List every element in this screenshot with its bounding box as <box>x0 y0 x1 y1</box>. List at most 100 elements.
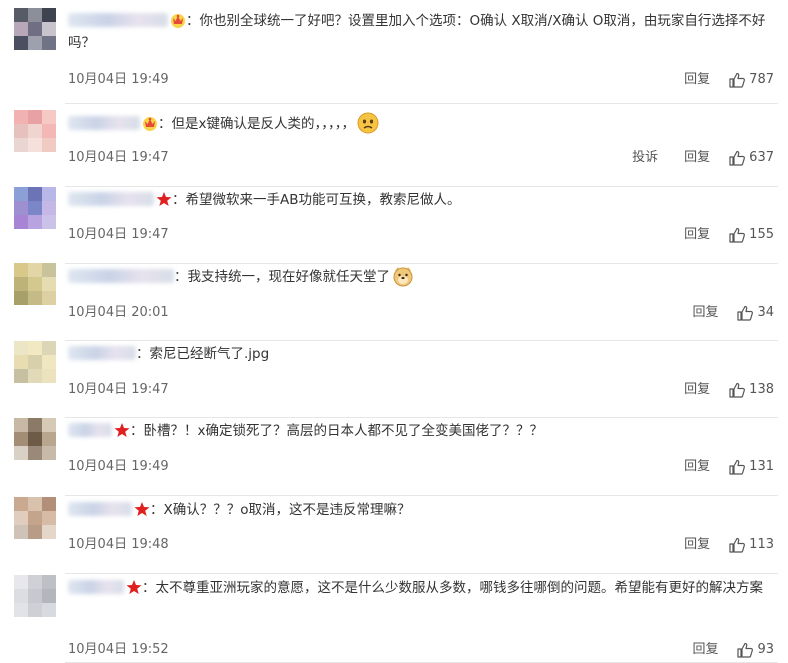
comment-text: 但是x键确认是反人类的，，，，， <box>171 116 356 132</box>
like-button[interactable]: 138 <box>728 381 774 399</box>
comment-list: ：你也别全球统一了好吧？设置里加入个选项：O确认 X取消/X确认 O取消，由玩家… <box>0 0 788 663</box>
report-button[interactable]: 投诉 <box>632 149 658 167</box>
username-blurred[interactable] <box>68 116 140 130</box>
reply-button[interactable]: 回复 <box>692 304 718 322</box>
thumb-up-icon <box>737 642 754 658</box>
reply-button[interactable]: 回复 <box>684 536 710 554</box>
avatar-cell <box>42 432 56 446</box>
colon-separator: ： <box>172 192 186 208</box>
avatar[interactable] <box>14 418 56 460</box>
star-badge-icon <box>156 192 172 206</box>
reply-button[interactable]: 回复 <box>684 458 710 476</box>
avatar[interactable] <box>14 110 56 152</box>
colon-separator: ： <box>150 502 164 518</box>
like-button[interactable]: 787 <box>728 71 774 89</box>
comment-meta: 10月04日 19:47 回复 138 <box>68 381 774 399</box>
like-button[interactable]: 637 <box>728 149 774 167</box>
comment-actions: 回复 787 <box>658 71 774 89</box>
avatar-cell <box>28 138 42 152</box>
username-blurred[interactable] <box>68 13 168 27</box>
comment-text-line: ：你也别全球统一了好吧？设置里加入个选项：O确认 X取消/X确认 O取消，由玩家… <box>68 10 774 54</box>
crown-badge-icon <box>171 14 185 28</box>
like-count: 34 <box>757 305 774 320</box>
avatar-cell <box>14 355 28 369</box>
avatar-cell <box>14 418 28 432</box>
like-button[interactable]: 113 <box>728 536 774 554</box>
username-blurred[interactable] <box>68 192 154 206</box>
comment-text: 索尼已经断气了.jpg <box>149 346 270 362</box>
avatar-cell <box>42 22 56 36</box>
crown-badge-icon <box>143 117 157 131</box>
comment-item: ：X确认？？？o取消，这不是违反常理嘛？ 10月04日 19:48 回复 113 <box>0 497 788 574</box>
reply-button[interactable]: 回复 <box>684 71 710 89</box>
avatar[interactable] <box>14 263 56 305</box>
avatar-cell <box>42 291 56 305</box>
like-button[interactable]: 131 <box>728 458 774 476</box>
username-blurred[interactable] <box>68 502 132 516</box>
avatar-cell <box>14 369 28 383</box>
avatar-cell <box>28 575 42 589</box>
avatar-cell <box>28 432 42 446</box>
comment-meta: 10月04日 19:49 回复 787 <box>68 71 774 89</box>
avatar-cell <box>28 589 42 603</box>
avatar-cell <box>42 525 56 539</box>
reply-button[interactable]: 回复 <box>692 641 718 659</box>
comment-body: ：卧槽？！x确定锁死了？高层的日本人都不见了全变美国佬了？？？ 10月04日 1… <box>68 420 774 475</box>
like-count: 131 <box>749 459 774 474</box>
username-blurred[interactable] <box>68 346 136 360</box>
comment-text: X确认？？？o取消，这不是违反常理嘛？ <box>163 502 411 518</box>
comment-actions: 投诉 回复 637 <box>606 149 774 167</box>
comment-actions: 回复 138 <box>658 381 774 399</box>
star-badge-icon <box>126 580 142 594</box>
avatar-cell <box>42 369 56 383</box>
avatar-cell <box>42 187 56 201</box>
avatar[interactable] <box>14 187 56 229</box>
avatar-cell <box>28 446 42 460</box>
avatar-cell <box>14 263 28 277</box>
comment-item: ：希望微软来一手AB功能可互换，教索尼做人。 10月04日 19:47 回复 1… <box>0 187 788 264</box>
reply-button[interactable]: 回复 <box>684 149 710 167</box>
avatar-cell <box>42 497 56 511</box>
like-button[interactable]: 155 <box>728 226 774 244</box>
avatar-cell <box>14 432 28 446</box>
avatar[interactable] <box>14 8 56 50</box>
avatar-cell <box>42 511 56 525</box>
like-count: 138 <box>749 382 774 397</box>
avatar-cell <box>14 22 28 36</box>
username-blurred[interactable] <box>68 580 124 594</box>
comment-meta: 10月04日 19:48 回复 113 <box>68 536 774 554</box>
comment-text-line: ：索尼已经断气了.jpg <box>68 343 774 365</box>
avatar-cell <box>28 22 42 36</box>
username-blurred[interactable] <box>68 269 174 283</box>
avatar-cell <box>42 36 56 50</box>
comment-text: 希望微软来一手AB功能可互换，教索尼做人。 <box>185 192 461 208</box>
comment-body: ：希望微软来一手AB功能可互换，教索尼做人。 10月04日 19:47 回复 1… <box>68 189 774 243</box>
like-count: 113 <box>749 537 774 552</box>
like-button[interactable]: 34 <box>736 304 774 322</box>
avatar-cell <box>42 355 56 369</box>
comment-item: ：索尼已经断气了.jpg 10月04日 19:47 回复 138 <box>0 341 788 418</box>
like-button[interactable]: 93 <box>736 641 774 659</box>
avatar-cell <box>28 291 42 305</box>
reply-button[interactable]: 回复 <box>684 226 710 244</box>
avatar[interactable] <box>14 341 56 383</box>
avatar-cell <box>14 215 28 229</box>
comment-text: 太不尊重亚洲玩家的意愿，这不是什么少数服从多数，哪钱多往哪倒的问题。希望能有更好… <box>155 580 764 596</box>
comment-item: ：卧槽？！x确定锁死了？高层的日本人都不见了全变美国佬了？？？ 10月04日 1… <box>0 418 788 496</box>
avatar-cell <box>42 201 56 215</box>
avatar[interactable] <box>14 497 56 539</box>
avatar-cell <box>28 497 42 511</box>
reply-button[interactable]: 回复 <box>684 381 710 399</box>
colon-separator: ： <box>158 116 172 132</box>
avatar[interactable] <box>14 575 56 617</box>
comment-text: 我支持统一，现在好像就任天堂了 <box>187 269 391 285</box>
avatar-cell <box>28 277 42 291</box>
comment-meta: 10月04日 20:01 回复 34 <box>68 304 774 322</box>
comment-body: ：X确认？？？o取消，这不是违反常理嘛？ 10月04日 19:48 回复 113 <box>68 499 774 553</box>
username-blurred[interactable] <box>68 423 112 437</box>
avatar-cell <box>42 8 56 22</box>
avatar-cell <box>42 263 56 277</box>
comment-body: ：索尼已经断气了.jpg 10月04日 19:47 回复 138 <box>68 343 774 398</box>
comment-meta: 10月04日 19:47 投诉 回复 637 <box>68 149 774 167</box>
avatar-cell <box>42 418 56 432</box>
